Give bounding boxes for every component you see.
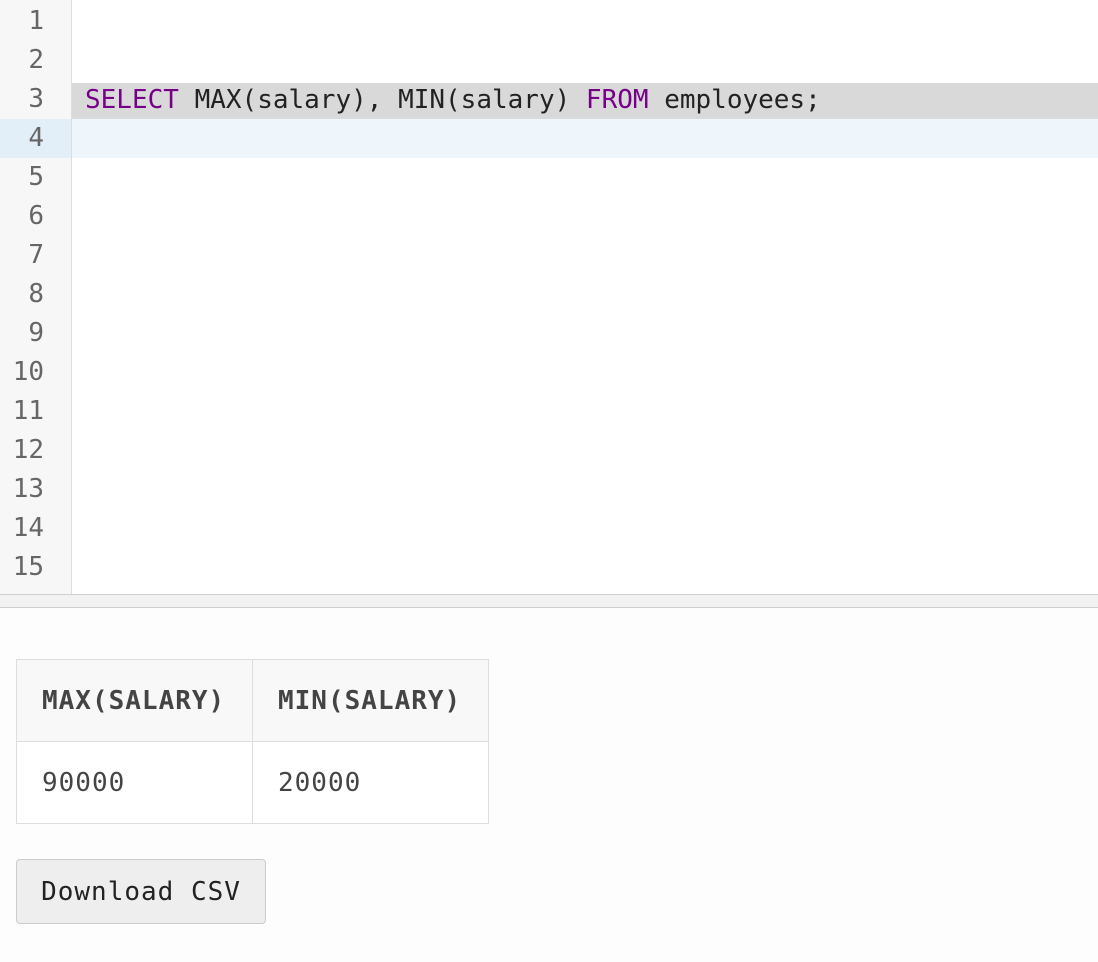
keyword-from: FROM	[585, 85, 649, 115]
code-segment: MAX(salary), MIN(salary)	[178, 85, 586, 115]
line-number: 4	[28, 123, 44, 153]
column-header: MIN(SALARY)	[252, 659, 489, 742]
results-table: MAX(SALARY) MIN(SALARY) 90000 20000	[16, 659, 489, 824]
pane-resize-handle[interactable]	[0, 594, 1098, 608]
line-number: 5	[28, 162, 44, 192]
line-number: 1	[28, 6, 44, 36]
line-number: 14	[12, 513, 44, 543]
keyword-select: SELECT	[85, 85, 179, 115]
line-number: 13	[12, 474, 44, 504]
table-cell: 90000	[16, 741, 253, 824]
code-segment: employees;	[648, 85, 821, 115]
line-number-gutter: 1 2 3 4 5 6 7 8 9 10 11 12 13 14 15	[0, 0, 72, 594]
line-number: 8	[28, 279, 44, 309]
sql-editor[interactable]: 1 2 3 4 5 6 7 8 9 10 11 12 13 14 15 SELE…	[0, 0, 1098, 594]
column-header: MAX(SALARY)	[16, 659, 253, 742]
table-header-row: MAX(SALARY) MIN(SALARY)	[16, 659, 489, 742]
code-line-selected[interactable]: SELECT MAX(salary), MIN(salary) FROM emp…	[72, 83, 1098, 119]
line-number: 2	[28, 45, 44, 75]
code-area[interactable]: SELECT MAX(salary), MIN(salary) FROM emp…	[72, 0, 1098, 594]
results-panel: MAX(SALARY) MIN(SALARY) 90000 20000	[16, 659, 489, 824]
download-csv-button[interactable]: Download CSV	[16, 859, 266, 924]
line-number: 9	[28, 318, 44, 348]
line-number: 6	[28, 201, 44, 231]
line-number: 11	[12, 396, 44, 426]
line-number: 12	[12, 435, 44, 465]
table-row: 90000 20000	[16, 741, 489, 824]
line-number: 7	[28, 240, 44, 270]
line-number: 3	[28, 84, 44, 114]
line-number: 15	[12, 552, 44, 582]
table-cell: 20000	[252, 741, 489, 824]
line-number: 10	[12, 357, 44, 387]
